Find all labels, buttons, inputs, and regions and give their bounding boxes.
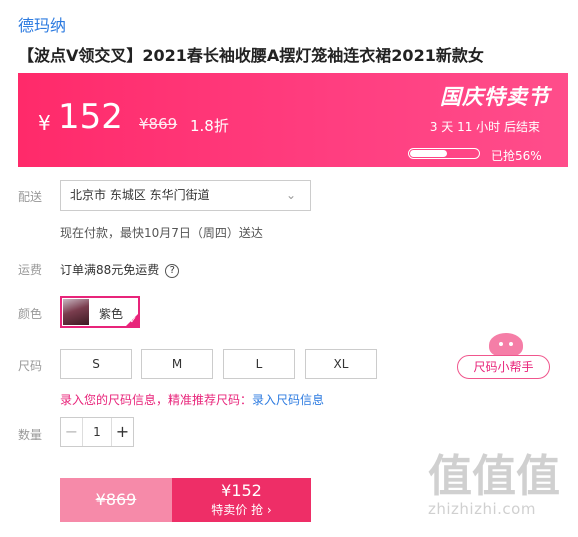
mascot-icon bbox=[489, 333, 523, 357]
size-option-l[interactable]: L bbox=[223, 349, 295, 379]
watermark-url: zhizhizhi.com bbox=[428, 500, 536, 518]
watermark-logo: 值值值 bbox=[428, 451, 560, 502]
site-watermark: 值值值 zhizhizhi.com bbox=[428, 452, 568, 522]
size-option-xl[interactable]: XL bbox=[305, 349, 377, 379]
size-tip-text: 录入您的尺码信息，精准推荐尺码： bbox=[60, 393, 253, 407]
check-icon: ✓ bbox=[129, 316, 137, 326]
size-tip: 录入您的尺码信息，精准推荐尺码：录入尺码信息 bbox=[60, 391, 324, 408]
color-name: 紫色 bbox=[99, 307, 124, 321]
mascot-eye bbox=[509, 342, 513, 346]
event-title: 国庆特卖节 bbox=[440, 85, 550, 109]
shipping-info: 订单满88元免运费? bbox=[60, 261, 180, 278]
sold-percent: 已抢56% bbox=[491, 149, 542, 163]
original-price: ¥869 bbox=[139, 115, 178, 133]
size-option-s[interactable]: S bbox=[60, 349, 132, 379]
discount-label: 1.8折 bbox=[190, 117, 229, 135]
size-label: 尺码 bbox=[18, 359, 43, 373]
price-banner: ¥ 152 ¥869 1.8折 国庆特卖节 3 天 11 小时 后结束 已抢56… bbox=[18, 73, 568, 167]
decrement-button[interactable]: − bbox=[61, 418, 83, 446]
buy-action-label: 特卖价 抢 › bbox=[211, 503, 272, 517]
delivery-label: 配送 bbox=[18, 190, 43, 204]
size-option-m[interactable]: M bbox=[141, 349, 213, 379]
address-select[interactable]: 北京市 东城区 东华门街道 ⌄ bbox=[60, 180, 311, 211]
original-price-button[interactable]: ¥869 bbox=[60, 478, 172, 522]
sold-progress-bar bbox=[408, 148, 480, 159]
size-entry-link[interactable]: 录入尺码信息 bbox=[252, 393, 324, 407]
quantity-label: 数量 bbox=[18, 428, 43, 442]
buy-now-button[interactable]: ¥152 特卖价 抢 › bbox=[172, 478, 311, 522]
address-value: 北京市 东城区 东华门街道 bbox=[70, 188, 210, 202]
product-title: 【波点V领交叉】2021春长袖收腰A摆灯笼袖连衣裙2021新款女 bbox=[18, 46, 484, 65]
delivery-estimate: 现在付款，最快10月7日（周四）送达 bbox=[60, 226, 263, 240]
brand-link[interactable]: 德玛纳 bbox=[18, 12, 66, 36]
buy-price: ¥152 bbox=[221, 481, 262, 500]
color-thumbnail bbox=[63, 299, 89, 325]
mascot-eye bbox=[499, 342, 503, 346]
sold-progress-fill bbox=[410, 150, 448, 157]
shipping-label: 运费 bbox=[18, 263, 43, 277]
countdown-text: 3 天 11 小时 后结束 bbox=[429, 120, 540, 134]
shipping-text: 订单满88元免运费 bbox=[60, 263, 160, 277]
quantity-input[interactable]: 1 bbox=[83, 418, 111, 446]
size-helper-button[interactable]: 尺码小帮手 bbox=[457, 355, 550, 379]
color-label: 颜色 bbox=[18, 307, 43, 321]
color-option-selected[interactable]: 紫色 ✓ bbox=[60, 296, 140, 328]
chevron-down-icon: ⌄ bbox=[285, 188, 296, 202]
sale-price: 152 bbox=[58, 97, 123, 137]
help-icon[interactable]: ? bbox=[165, 263, 180, 278]
increment-button[interactable]: + bbox=[111, 418, 133, 446]
currency-symbol: ¥ bbox=[38, 111, 51, 135]
quantity-stepper: − 1 + bbox=[60, 417, 134, 447]
